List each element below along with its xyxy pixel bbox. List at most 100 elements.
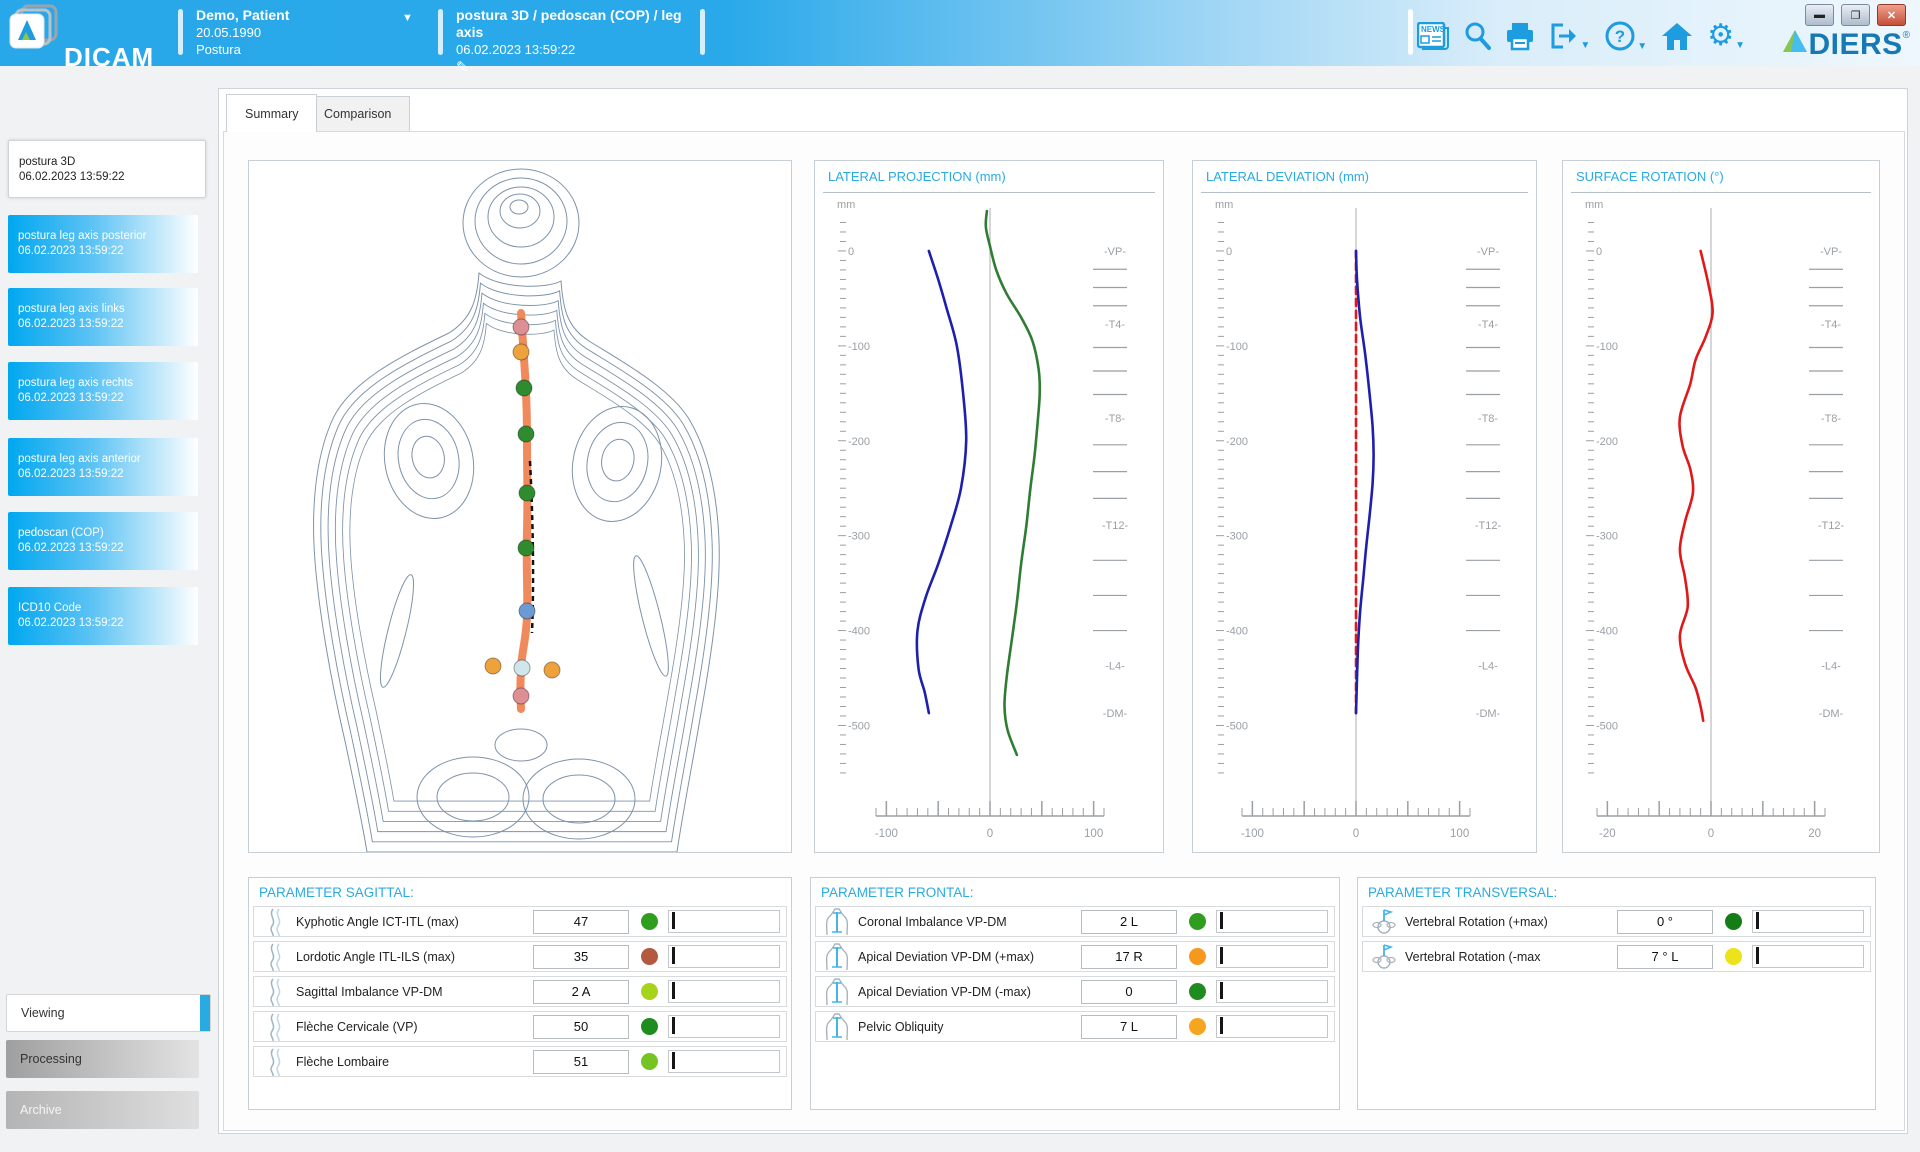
marker-dot <box>513 344 529 360</box>
exam-block[interactable]: postura 3D / pedoscan (COP) / leg axis 0… <box>456 7 696 76</box>
tab-summary[interactable]: Summary <box>226 94 317 132</box>
svg-text:0: 0 <box>1708 828 1714 840</box>
parameter-row: Vertebral Rotation (+max)0 ° <box>1362 906 1871 937</box>
header-separator <box>700 9 705 55</box>
export-icon[interactable]: ▼ <box>1549 21 1590 51</box>
chart-title: LATERAL DEVIATION (mm) <box>1206 169 1369 184</box>
svg-text:mm: mm <box>1215 199 1233 211</box>
header-separator <box>1408 9 1413 55</box>
parameter-value: 35 <box>533 945 629 969</box>
svg-text:-400: -400 <box>848 626 870 638</box>
sidebar-item-postura-leg-axis-posterior[interactable]: postura leg axis posterior06.02.2023 13:… <box>8 215 198 273</box>
edit-pencil-icon[interactable]: ✎ <box>456 59 696 76</box>
svg-text:20: 20 <box>1808 828 1821 840</box>
status-dot <box>641 1018 658 1035</box>
sidebar-item-postura-leg-axis-links[interactable]: postura leg axis links06.02.2023 13:59:2… <box>8 288 198 346</box>
svg-text:-DM-: -DM- <box>1103 708 1128 720</box>
sagittal-spine-line <box>986 211 1040 755</box>
nav-archive-button[interactable]: Archive <box>6 1091 199 1129</box>
bar-marker <box>672 1052 675 1069</box>
svg-text:100: 100 <box>1450 828 1469 840</box>
sidebar-item-postura-leg-axis-anterior[interactable]: postura leg axis anterior06.02.2023 13:5… <box>8 438 198 496</box>
summary-page: LATERAL PROJECTION (mm) mm0-100-200-300-… <box>223 131 1905 1131</box>
help-dropdown-icon[interactable]: ▼ <box>1637 41 1647 52</box>
patient-block[interactable]: Demo, Patient 20.05.1990 Postura <box>196 7 421 58</box>
header-toolbar: NEWS ▼ ? ▼ ⚙ ▼ <box>1417 14 1745 58</box>
help-icon[interactable]: ? ▼ <box>1604 20 1647 52</box>
parameter-transversal-panel: PARAMETER TRANSVERSAL: Vertebral Rotatio… <box>1357 877 1876 1110</box>
parameter-label: Coronal Imbalance VP-DM <box>854 915 1081 929</box>
close-button[interactable]: ✕ <box>1877 4 1906 26</box>
frontal-body-icon <box>820 908 854 936</box>
sidebar-item-postura-3d[interactable]: postura 3D06.02.2023 13:59:22 <box>8 140 206 198</box>
svg-text:-100: -100 <box>1596 341 1618 353</box>
minimize-button[interactable]: ▬ <box>1805 4 1834 26</box>
search-icon[interactable] <box>1463 21 1491 51</box>
range-bar <box>1216 980 1328 1003</box>
marker-dot <box>485 658 501 674</box>
marker-dot <box>513 688 529 704</box>
print-icon[interactable] <box>1505 21 1535 51</box>
range-bar <box>1752 945 1864 968</box>
diers-reg-mark: ® <box>1903 30 1910 41</box>
marker-dot <box>518 426 534 442</box>
exam-label: pedoscan (COP) <box>18 526 198 541</box>
news-icon[interactable]: NEWS <box>1417 22 1449 50</box>
svg-text:mm: mm <box>837 199 855 211</box>
svg-text:-300: -300 <box>1596 531 1618 543</box>
sidebar-item-icd10-code[interactable]: ICD10 Code06.02.2023 13:59:22 <box>8 587 198 645</box>
export-dropdown-icon[interactable]: ▼ <box>1580 40 1590 51</box>
svg-text:-100: -100 <box>1241 828 1264 840</box>
sagittal-spine-icon <box>258 978 292 1006</box>
patient-dob: 20.05.1990 <box>196 24 421 41</box>
bar-marker <box>1220 912 1223 929</box>
sidebar-item-pedoscan-cop-[interactable]: pedoscan (COP)06.02.2023 13:59:22 <box>8 512 198 570</box>
svg-text:-T4-: -T4- <box>1478 319 1499 331</box>
patient-dropdown-icon[interactable]: ▼ <box>402 12 413 24</box>
bar-marker <box>1756 912 1759 929</box>
status-dot <box>1189 983 1206 1000</box>
marker-dot <box>519 485 535 501</box>
svg-text:-100: -100 <box>848 341 870 353</box>
svg-text:-200: -200 <box>1226 436 1248 448</box>
sagittal-spine-icon <box>258 1048 292 1076</box>
svg-text:-500: -500 <box>848 720 870 732</box>
sagittal-spine-icon <box>258 1013 292 1041</box>
parameter-row: Sagittal Imbalance VP-DM2 A <box>253 976 787 1007</box>
svg-text:-VP-: -VP- <box>1477 246 1499 258</box>
patient-type: Postura <box>196 41 421 58</box>
exam-datetime: 06.02.2023 13:59:22 <box>18 541 198 556</box>
parameter-row: Apical Deviation VP-DM (+max)17 R <box>815 941 1335 972</box>
bar-marker <box>1220 1017 1223 1034</box>
vertebra-icon <box>1367 943 1401 971</box>
svg-text:-T4-: -T4- <box>1821 319 1842 331</box>
patient-name: Demo, Patient <box>196 7 421 24</box>
parameter-label: Vertebral Rotation (+max) <box>1401 915 1617 929</box>
diers-wordmark: DIERS <box>1808 28 1902 62</box>
sagittal-profile-back <box>917 251 966 713</box>
svg-text:-T8-: -T8- <box>1821 413 1842 425</box>
app-header: DICAM Demo, Patient 20.05.1990 Postura ▼… <box>0 0 1920 66</box>
nav-processing-button[interactable]: Processing <box>6 1040 199 1078</box>
home-icon[interactable] <box>1661 21 1693 51</box>
parameter-label: Lordotic Angle ITL-ILS (max) <box>292 950 533 964</box>
range-bar <box>668 945 780 968</box>
status-dot <box>641 983 658 1000</box>
svg-text:NEWS: NEWS <box>1421 25 1446 34</box>
parameter-row: Vertebral Rotation (-max7 ° L <box>1362 941 1871 972</box>
maximize-button[interactable]: ❐ <box>1841 4 1870 26</box>
sidebar-item-postura-leg-axis-rechts[interactable]: postura leg axis rechts06.02.2023 13:59:… <box>8 362 198 420</box>
tab-comparison[interactable]: Comparison <box>305 96 410 131</box>
marker-dot <box>518 540 534 556</box>
chart-canvas: mm0-100-200-300-400-500-1000100-VP--T4--… <box>1193 194 1534 849</box>
status-dot <box>1189 1018 1206 1035</box>
settings-dropdown-icon[interactable]: ▼ <box>1735 40 1745 51</box>
status-dot <box>1725 948 1742 965</box>
nav-viewing-button[interactable]: Viewing <box>6 994 211 1032</box>
parameter-row: Kyphotic Angle ICT-ITL (max)47 <box>253 906 787 937</box>
settings-gear-icon[interactable]: ⚙ ▼ <box>1707 21 1745 51</box>
parameter-row: Pelvic Obliquity7 L <box>815 1011 1335 1042</box>
svg-text:-500: -500 <box>1226 720 1248 732</box>
panel-title: PARAMETER TRANSVERSAL: <box>1368 885 1557 900</box>
svg-text:-VP-: -VP- <box>1820 246 1842 258</box>
